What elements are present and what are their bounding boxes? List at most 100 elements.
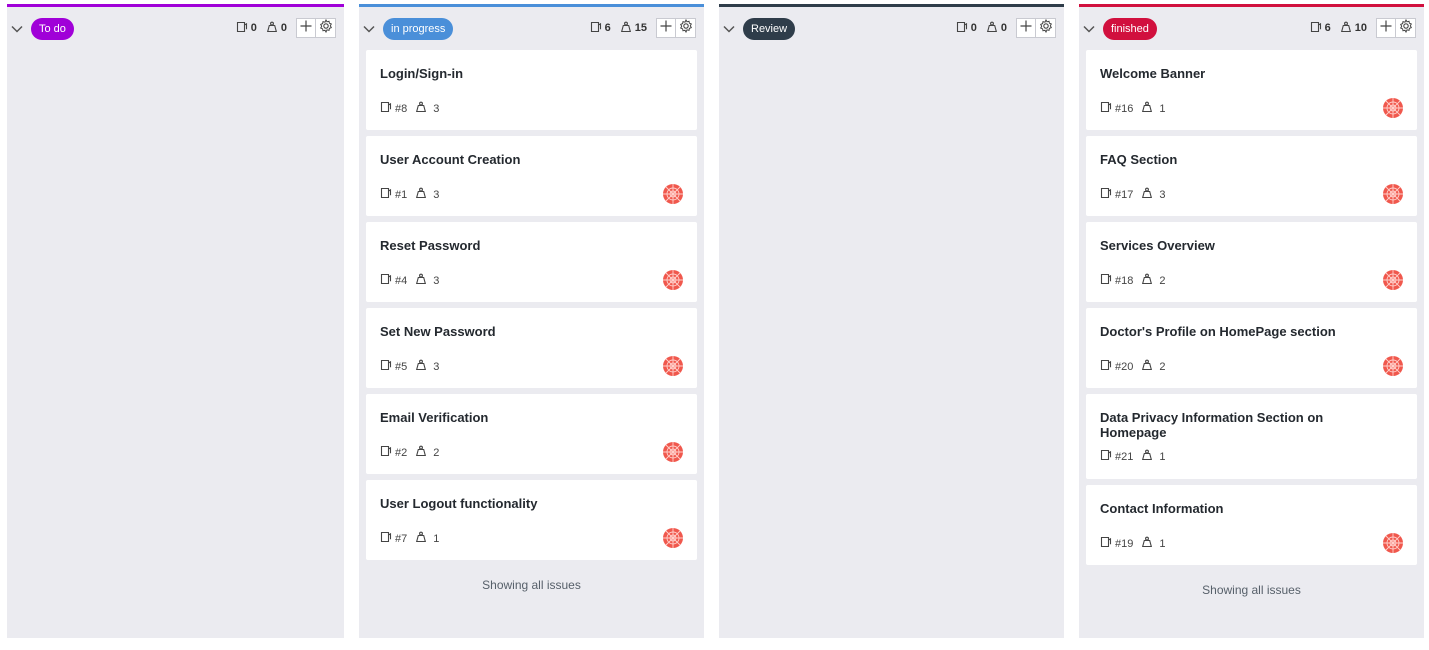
issue-title[interactable]: Doctor's Profile on HomePage section (1100, 324, 1347, 339)
column-settings-button[interactable] (1036, 18, 1056, 38)
points-total: 15 (620, 21, 647, 36)
add-issue-button[interactable] (296, 18, 316, 38)
issue-count-value: 0 (250, 22, 257, 34)
issue-card[interactable]: Doctor's Profile on HomePage section #20 2 (1086, 308, 1417, 388)
avatar-icon[interactable] (663, 270, 683, 290)
issue-title[interactable]: Login/Sign-in (380, 66, 627, 81)
add-issue-button[interactable] (1016, 18, 1036, 38)
issue-card[interactable]: Reset Password #4 3 (366, 222, 697, 302)
avatar-icon[interactable] (663, 528, 683, 548)
avatar-icon[interactable] (1383, 184, 1403, 204)
issue-card[interactable]: Login/Sign-in #8 3 (366, 50, 697, 130)
issue-icon (1100, 101, 1112, 116)
issue-icon (380, 101, 392, 116)
points-total: 0 (266, 21, 287, 36)
column-settings-button[interactable] (676, 18, 696, 38)
column-status-pill: finished (1103, 18, 1157, 40)
issue-number: #5 (395, 360, 408, 373)
avatar-icon[interactable] (1383, 98, 1403, 118)
issue-icon (1100, 187, 1112, 202)
issue-number: #4 (395, 274, 408, 287)
issue-title[interactable]: Data Privacy Information Section on Home… (1100, 410, 1347, 440)
issue-title[interactable]: User Logout functionality (380, 496, 627, 511)
issue-title[interactable]: Reset Password (380, 238, 627, 253)
issue-icon (1100, 449, 1112, 464)
plus-icon (1380, 19, 1392, 37)
gear-icon (679, 18, 693, 38)
issue-icon (1100, 536, 1112, 551)
avatar-icon[interactable] (663, 356, 683, 376)
issue-card[interactable]: Services Overview #18 2 (1086, 222, 1417, 302)
column-settings-button[interactable] (316, 18, 336, 38)
plus-icon (1020, 19, 1032, 37)
avatar-icon[interactable] (1383, 533, 1403, 553)
issue-title[interactable]: FAQ Section (1100, 152, 1347, 167)
issue-title[interactable]: Services Overview (1100, 238, 1347, 253)
issue-number: #19 (1115, 537, 1134, 550)
plus-icon (660, 19, 672, 37)
issue-card[interactable]: User Logout functionality #7 1 (366, 480, 697, 560)
issue-meta: #2 2 (380, 445, 439, 460)
issue-icon (380, 359, 392, 374)
showing-all-issues-text: Showing all issues (1202, 583, 1301, 597)
issue-count: 0 (236, 21, 257, 36)
issue-card[interactable]: Welcome Banner #16 1 (1086, 50, 1417, 130)
issue-count: 6 (1310, 21, 1331, 36)
weight-icon (415, 359, 427, 374)
issue-title[interactable]: Email Verification (380, 410, 627, 425)
column-status-pill: in progress (383, 18, 454, 40)
column-settings-button[interactable] (1396, 18, 1416, 38)
issue-title[interactable]: Contact Information (1100, 501, 1347, 516)
issue-card[interactable]: Email Verification #2 2 (366, 394, 697, 474)
issue-meta: #17 3 (1100, 187, 1165, 202)
issue-icon (1100, 273, 1112, 288)
points-total-value: 0 (1000, 22, 1007, 34)
avatar-icon[interactable] (1383, 356, 1403, 376)
issue-icon (236, 21, 251, 36)
chevron-down-icon[interactable] (1082, 24, 1096, 34)
issue-count: 6 (590, 21, 611, 36)
issue-meta: #4 3 (380, 273, 439, 288)
issue-title[interactable]: Set New Password (380, 324, 627, 339)
weight-icon (415, 273, 427, 288)
issue-number: #1 (395, 188, 408, 201)
column-header: To do 0 0 (7, 7, 344, 51)
weight-icon (1340, 21, 1355, 36)
issue-title[interactable]: User Account Creation (380, 152, 627, 167)
avatar-icon[interactable] (1383, 270, 1403, 290)
issue-card[interactable]: Contact Information #19 1 (1086, 485, 1417, 565)
issue-icon (590, 21, 605, 36)
issue-count-value: 0 (970, 22, 977, 34)
issue-meta: #1 3 (380, 187, 439, 202)
chevron-down-icon[interactable] (10, 24, 24, 34)
issue-card[interactable]: FAQ Section #17 3 (1086, 136, 1417, 216)
column-status-pill: To do (31, 18, 74, 40)
weight-icon (620, 21, 635, 36)
chevron-down-icon[interactable] (362, 24, 376, 34)
issue-points: 1 (1159, 102, 1166, 115)
issue-icon (380, 445, 392, 460)
card-list: Login/Sign-in #8 3 User Account Creation #1 3… (366, 50, 697, 592)
issue-meta: #5 3 (380, 359, 439, 374)
issue-points: 3 (433, 102, 440, 115)
issue-points: 1 (1159, 537, 1166, 550)
issue-meta: #19 1 (1100, 536, 1165, 551)
issue-number: #20 (1115, 360, 1134, 373)
issue-title[interactable]: Welcome Banner (1100, 66, 1347, 81)
add-issue-button[interactable] (656, 18, 676, 38)
issue-card[interactable]: User Account Creation #1 3 (366, 136, 697, 216)
issue-number: #18 (1115, 274, 1134, 287)
issue-points: 3 (433, 188, 440, 201)
issue-number: #7 (395, 532, 408, 545)
avatar-icon[interactable] (663, 184, 683, 204)
issue-card[interactable]: Set New Password #5 3 (366, 308, 697, 388)
issue-card[interactable]: Data Privacy Information Section on Home… (1086, 394, 1417, 479)
add-issue-button[interactable] (1376, 18, 1396, 38)
chevron-down-icon[interactable] (722, 24, 736, 34)
weight-icon (1141, 449, 1153, 464)
issue-meta: #21 1 (1100, 449, 1165, 464)
column-stats: 00 (236, 16, 336, 40)
column-stats: 00 (956, 16, 1056, 40)
avatar-icon[interactable] (663, 442, 683, 462)
column-header: finished 6 10 (1079, 7, 1424, 51)
